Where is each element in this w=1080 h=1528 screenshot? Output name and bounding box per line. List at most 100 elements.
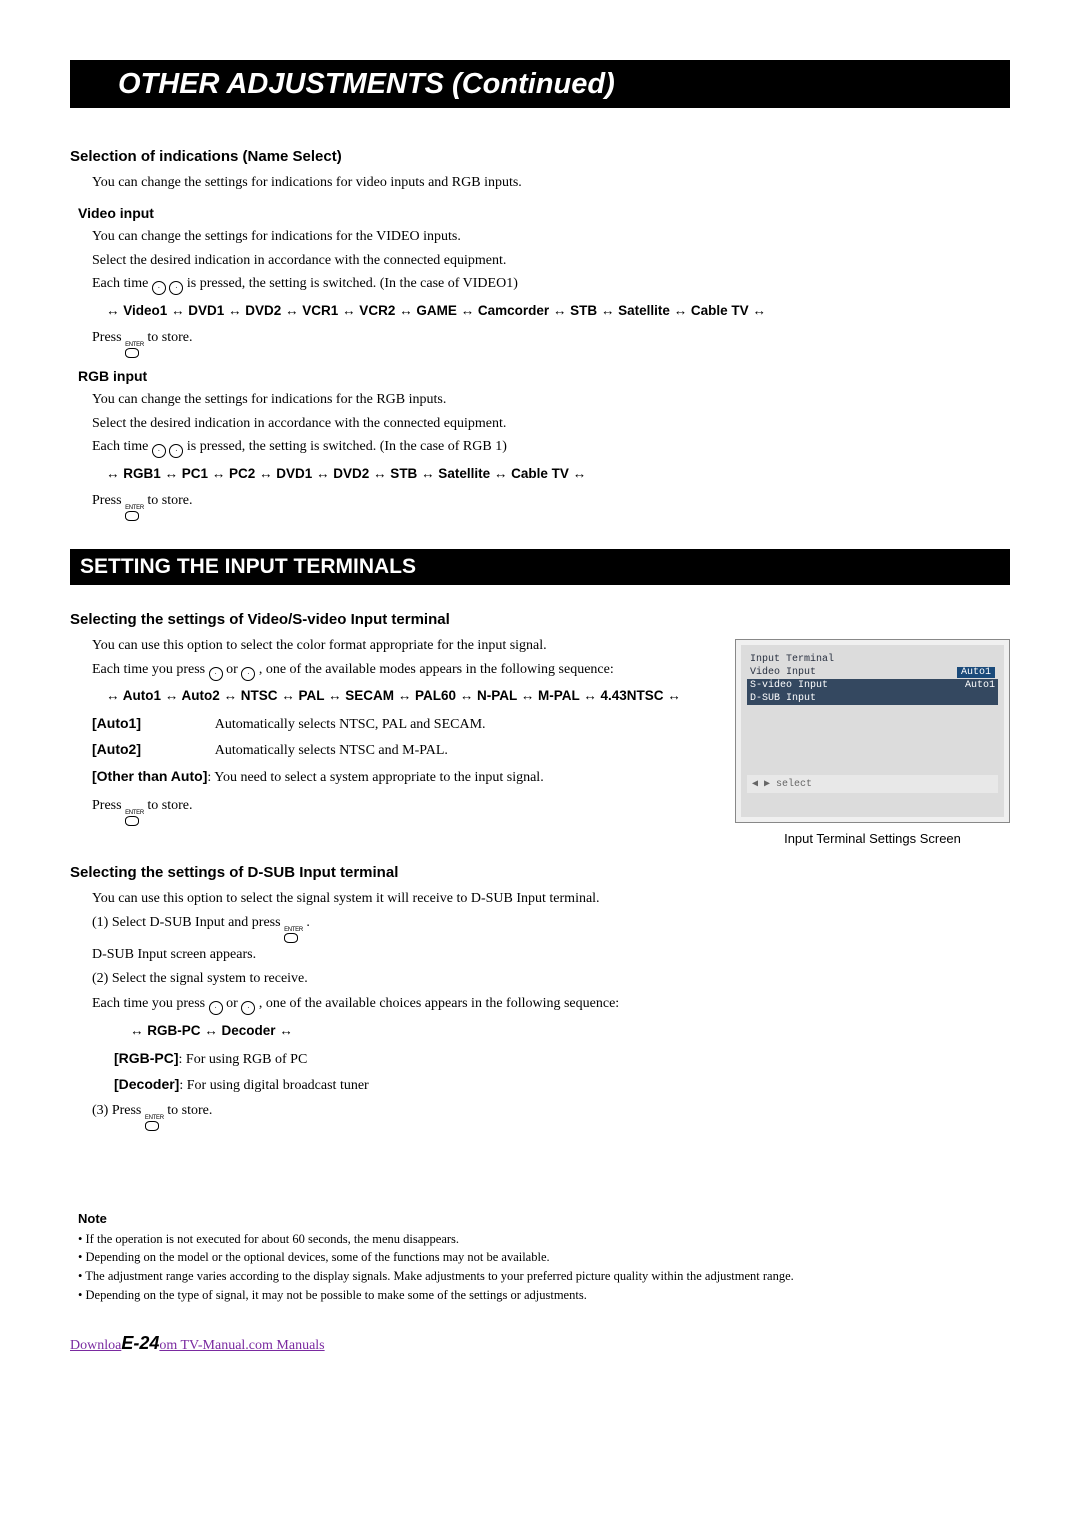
- enter-icon: ENTER: [125, 810, 144, 826]
- step2: (2) Select the signal system to receive.: [92, 967, 1010, 992]
- screen-r1: Input Terminal: [750, 654, 834, 665]
- footer-post: om TV-Manual.com Manuals: [159, 1338, 324, 1353]
- rgb-p3: Each time ∙ ∙ is pressed, the setting is…: [92, 435, 1010, 459]
- rgb-p2: Select the desired indication in accorda…: [92, 412, 1010, 436]
- screen-r3l: S-video Input: [750, 680, 828, 691]
- other-label: [Other than Auto]: [92, 768, 207, 784]
- step1a: (1) Select D-SUB Input and press: [92, 915, 284, 930]
- screen-row-title: Input Terminal: [747, 653, 998, 666]
- enter-icon: ENTER: [145, 1115, 164, 1131]
- video-p3a: Each time: [92, 276, 152, 291]
- screen-r2r: Auto1: [957, 667, 995, 678]
- other-row: [Other than Auto]: You need to select a …: [92, 764, 711, 791]
- rgbpc-label: [RGB-PC]: [114, 1050, 179, 1066]
- step1: (1) Select D-SUB Input and press ENTER .: [92, 911, 1010, 943]
- sec2-p2b: , one of the available modes appears in …: [259, 662, 614, 677]
- screen-caption: Input Terminal Settings Screen: [735, 831, 1010, 846]
- screen-r4l: D-SUB Input: [750, 693, 816, 704]
- auto2-row: [Auto2] Automatically selects NTSC and M…: [92, 737, 711, 764]
- sec2-heading: Selecting the settings of Video/S-video …: [70, 611, 711, 628]
- sec2-sequence: ↔ Auto1 ↔ Auto2 ↔ NTSC ↔ PAL ↔ SECAM ↔ P…: [106, 685, 711, 707]
- rgb-p3b: is pressed, the setting is switched. (In…: [187, 439, 507, 454]
- note-item: Depending on the type of signal, it may …: [78, 1286, 1010, 1305]
- video-sequence: ↔ Video1 ↔ DVD1 ↔ DVD2 ↔ VCR1 ↔ VCR2 ↔ G…: [106, 300, 1010, 322]
- footer-pre: Downloa: [70, 1338, 121, 1353]
- decoder-label: [Decoder]: [114, 1076, 179, 1092]
- note-item: If the operation is not executed for abo…: [78, 1230, 1010, 1249]
- right-arrow-circle-icon: ∙: [241, 1001, 255, 1015]
- video-store-a: Press: [92, 330, 125, 345]
- step1b: .: [306, 915, 310, 930]
- screen-r2l: Video Input: [750, 667, 816, 678]
- video-input-heading: Video input: [78, 205, 1010, 221]
- screen-bottom: ◀ ▶ select: [747, 775, 998, 793]
- decoder-row: [Decoder]: For using digital broadcast t…: [114, 1072, 1010, 1099]
- sec3-sequence: ↔ RGB-PC ↔ Decoder ↔: [130, 1020, 1010, 1042]
- note-item: The adjustment range varies according to…: [78, 1267, 1010, 1286]
- step2-sub: Each time you press ∙ or ∙ , one of the …: [92, 992, 1010, 1017]
- enter-icon: ENTER: [125, 342, 144, 358]
- right-arrow-circle-icon: ∙: [169, 444, 183, 458]
- enter-label: ENTER: [125, 810, 144, 816]
- sec3-p1: You can use this option to select the si…: [92, 887, 1010, 911]
- note-heading: Note: [78, 1211, 1010, 1226]
- left-arrow-circle-icon: ∙: [152, 281, 166, 295]
- auto2-value: Automatically selects NTSC and M-PAL.: [215, 743, 448, 758]
- video-store: Press ENTER to store.: [92, 326, 1010, 358]
- screen-row-video: Video Input Auto1: [747, 666, 998, 679]
- sec2-p2a: Each time you press: [92, 662, 209, 677]
- section-band: SETTING THE INPUT TERMINALS: [70, 549, 1010, 585]
- sec2-store: Press ENTER to store.: [92, 794, 711, 826]
- footer: DownloaE-24om TV-Manual.com Manuals: [70, 1333, 1010, 1354]
- step2mid: or: [226, 996, 241, 1011]
- rgb-input-heading: RGB input: [78, 368, 1010, 384]
- page-title: OTHER ADJUSTMENTS (Continued): [118, 68, 615, 101]
- settings-screen: Input Terminal Video Input Auto1 S-video …: [741, 645, 1004, 817]
- screen-row-dsub: D-SUB Input: [747, 692, 998, 705]
- sec2-p1: You can use this option to select the co…: [92, 634, 711, 658]
- auto1-row: [Auto1] Automatically selects NTSC, PAL …: [92, 711, 711, 738]
- screen-r3r: Auto1: [965, 680, 995, 691]
- left-arrow-circle-icon: ∙: [209, 1001, 223, 1015]
- screen-row-svideo: S-video Input Auto1: [747, 679, 998, 692]
- sec2-store-b: to store.: [147, 798, 192, 813]
- enter-label: ENTER: [125, 505, 144, 511]
- video-p3b: is pressed, the setting is switched. (In…: [187, 276, 518, 291]
- video-p3: Each time ∙ ∙ is pressed, the setting is…: [92, 272, 1010, 296]
- auto2-label: [Auto2]: [92, 737, 212, 762]
- video-p1: You can change the settings for indicati…: [92, 225, 1010, 249]
- enter-label: ENTER: [284, 927, 303, 933]
- step2subb: , one of the available choices appears i…: [259, 996, 619, 1011]
- auto1-value: Automatically selects NTSC, PAL and SECA…: [215, 717, 486, 732]
- page-title-bar: OTHER ADJUSTMENTS (Continued): [70, 60, 1010, 108]
- left-arrow-circle-icon: ∙: [152, 444, 166, 458]
- sec2-p2mid: or: [226, 662, 241, 677]
- rgb-sequence: ↔ RGB1 ↔ PC1 ↔ PC2 ↔ DVD1 ↔ DVD2 ↔ STB ↔…: [106, 463, 1010, 485]
- rgbpc-row: [RGB-PC]: For using RGB of PC: [114, 1046, 1010, 1073]
- video-store-b: to store.: [147, 330, 192, 345]
- rgb-store-a: Press: [92, 493, 125, 508]
- rgb-store: Press ENTER to store.: [92, 489, 1010, 521]
- step2suba: Each time you press: [92, 996, 209, 1011]
- enter-label: ENTER: [145, 1115, 164, 1121]
- sec3-heading: Selecting the settings of D-SUB Input te…: [70, 864, 1010, 881]
- rgb-p3a: Each time: [92, 439, 152, 454]
- title-accent: [70, 60, 100, 108]
- footer-link[interactable]: DownloaE-24om TV-Manual.com Manuals: [70, 1338, 325, 1353]
- enter-icon: ENTER: [125, 505, 144, 521]
- rgb-p1: You can change the settings for indicati…: [92, 388, 1010, 412]
- enter-label: ENTER: [125, 342, 144, 348]
- note-item: Depending on the model or the optional d…: [78, 1248, 1010, 1267]
- name-select-intro: You can change the settings for indicati…: [92, 171, 1010, 195]
- other-value: : You need to select a system appropriat…: [207, 770, 543, 785]
- step1-sub: D-SUB Input screen appears.: [92, 943, 1010, 968]
- right-arrow-circle-icon: ∙: [169, 281, 183, 295]
- notes-list: If the operation is not executed for abo…: [78, 1230, 1010, 1305]
- auto1-label: [Auto1]: [92, 711, 212, 736]
- step3b: to store.: [167, 1103, 212, 1118]
- video-p2: Select the desired indication in accorda…: [92, 249, 1010, 273]
- page-number: E-24: [121, 1333, 159, 1354]
- step3: (3) Press ENTER to store.: [92, 1099, 1010, 1131]
- settings-screen-box: Input Terminal Video Input Auto1 S-video …: [735, 639, 1010, 823]
- right-arrow-circle-icon: ∙: [241, 667, 255, 681]
